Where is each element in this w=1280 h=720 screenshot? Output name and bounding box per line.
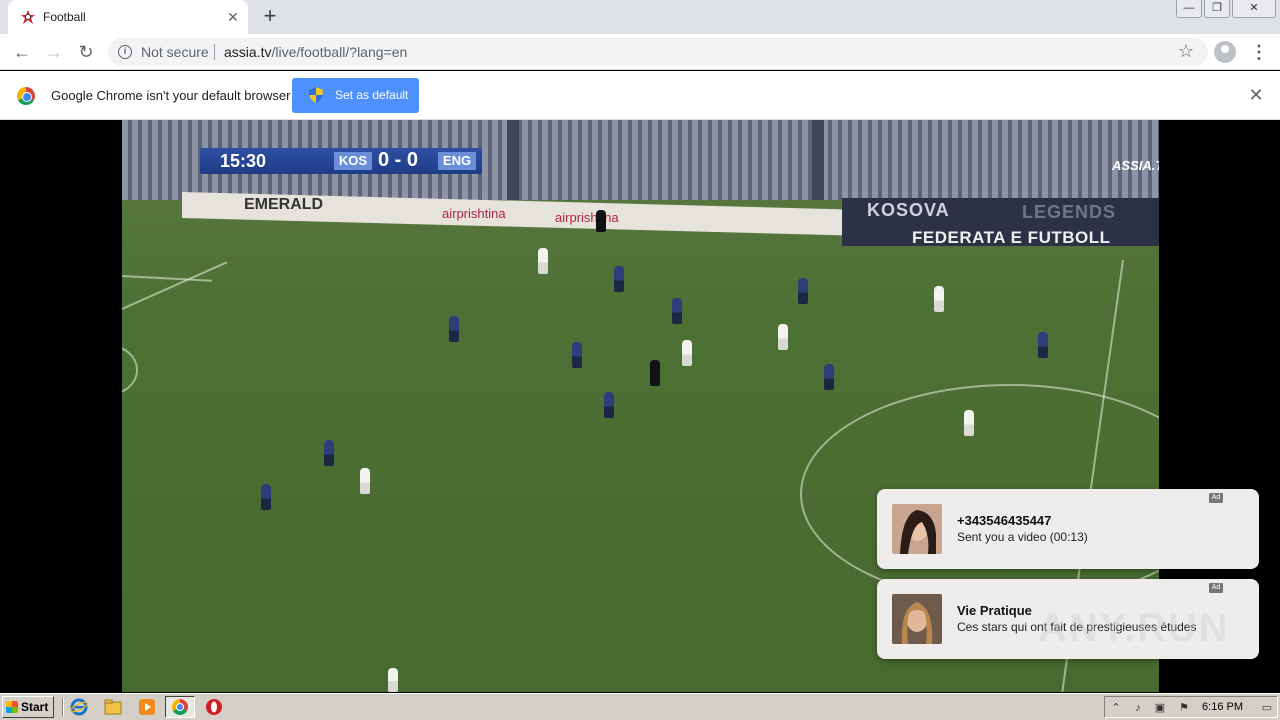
reload-icon[interactable]: ↻ [74,40,98,64]
window-controls: — ❐ ✕ [1174,0,1280,22]
board-airprishtina-2: airprishtina [555,210,619,225]
start-button[interactable]: Start [2,696,54,718]
chrome-taskbar-button[interactable] [165,696,195,718]
chrome-icon [172,699,188,715]
browser-toolbar: ← → ↻ i Not secure assia.tv/live/footbal… [0,34,1280,70]
stands-aisle [812,120,824,200]
tab-football[interactable]: Football ✕ [8,0,248,34]
ad-badge: Ad [1209,493,1223,503]
url-path: /live/football/?lang=en [271,44,408,60]
assia-favicon-icon [21,10,35,24]
taskbar-separator [62,698,64,716]
score: 0 - 0 [378,149,419,171]
player [604,392,614,418]
star-ball-icon [1112,132,1159,182]
pitch-line [122,261,228,310]
restore-button[interactable]: ❐ [1204,0,1230,18]
media-player-icon[interactable] [138,698,156,716]
clock[interactable]: 6:16 PM [1202,701,1243,713]
start-label: Start [21,700,49,714]
player [672,298,682,324]
forward-arrow-icon[interactable]: → [42,40,66,64]
player [824,364,834,390]
new-tab-button[interactable]: + [258,5,282,29]
referee [650,360,660,386]
notification-title: +343546435447 [957,513,1052,528]
anyrun-watermark: ANY.RUN [1038,606,1230,650]
notification-body: Sent you a video (00:13) [957,530,1088,544]
file-explorer-icon[interactable] [104,698,122,716]
back-arrow-icon[interactable]: ← [10,40,34,64]
system-tray: ⌃ ♪ ▣ ⚑ 6:16 PM ▭ [1104,696,1278,718]
chrome-menu-icon[interactable]: ⋮ [1250,40,1268,64]
internet-explorer-icon[interactable] [70,698,88,716]
player [614,266,624,292]
scoreboard: 15:30 KOS 0 - 0 ENG [200,148,482,174]
notification-title: Vie Pratique [957,603,1032,618]
tab-title: Football [43,10,86,24]
address-bar[interactable]: i Not secure assia.tv/live/football/?lan… [108,38,1208,66]
player [964,410,974,436]
ad-notification[interactable]: +343546435447 Sent you a video (00:13) A… [877,489,1259,569]
minimize-button[interactable]: — [1176,0,1202,18]
player [360,468,370,494]
player [261,484,271,510]
profile-avatar-icon[interactable] [1214,41,1236,63]
board-kosova: KOSOVA [867,200,950,220]
player [798,278,808,304]
security-label[interactable]: Not secure [141,44,209,60]
ad-badge: Ad [1209,583,1223,593]
url-host: assia.tv [224,44,272,60]
penalty-arc [122,345,138,395]
home-team: KOS [334,152,372,170]
window-close-button[interactable]: ✕ [1232,0,1276,18]
player [572,342,582,368]
player [538,248,548,274]
volume-icon[interactable]: ♪ [1131,701,1145,715]
network-icon[interactable]: ▣ [1153,701,1167,715]
stands-aisle [507,120,519,200]
url-separator [214,44,215,60]
away-team: ENG [438,152,476,170]
player [449,316,459,342]
assia-tv-logo: ASSIA.TV [1112,132,1159,182]
chrome-logo-icon [17,87,35,105]
board-legends: LEGENDS [1022,202,1117,222]
player [324,440,334,466]
url-text[interactable]: assia.tv/live/football/?lang=en [224,44,407,60]
info-icon[interactable]: i [118,45,132,59]
player [778,324,788,350]
player [388,668,398,692]
uac-shield-icon [309,87,323,103]
set-as-default-label: Set as default [335,88,409,102]
avatar [892,504,942,554]
action-center-flag-icon[interactable]: ⚑ [1177,701,1191,715]
player [934,286,944,312]
player [682,340,692,366]
windows-logo-icon [6,701,18,713]
opera-icon[interactable] [205,698,223,716]
windows-taskbar: Start ⌃ ♪ ▣ ⚑ 6:16 PM ▭ [0,693,1280,720]
player [1038,332,1048,358]
match-clock: 15:30 [220,151,267,171]
board-emerald: EMERALD [244,196,324,213]
board-airprishtina: airprishtina [442,206,506,221]
set-as-default-button[interactable]: Set as default [292,78,419,113]
infobar-close-icon[interactable]: ✕ [1246,85,1266,105]
show-desktop-icon[interactable]: ▭ [1259,701,1275,715]
tab-close-icon[interactable]: ✕ [224,8,242,26]
tab-strip: Football ✕ + — ❐ ✕ [0,0,1280,34]
logo-text: ASSIA.TV [1112,158,1159,173]
avatar [892,594,942,644]
referee [596,210,606,232]
bookmark-star-icon[interactable]: ☆ [1178,41,1194,62]
infobar-message: Google Chrome isn't your default browser [51,88,291,103]
show-hidden-icons-icon[interactable]: ⌃ [1109,701,1123,715]
board-federata: FEDERATA E FUTBOLL [912,228,1111,247]
default-browser-infobar: Google Chrome isn't your default browser… [0,71,1280,120]
